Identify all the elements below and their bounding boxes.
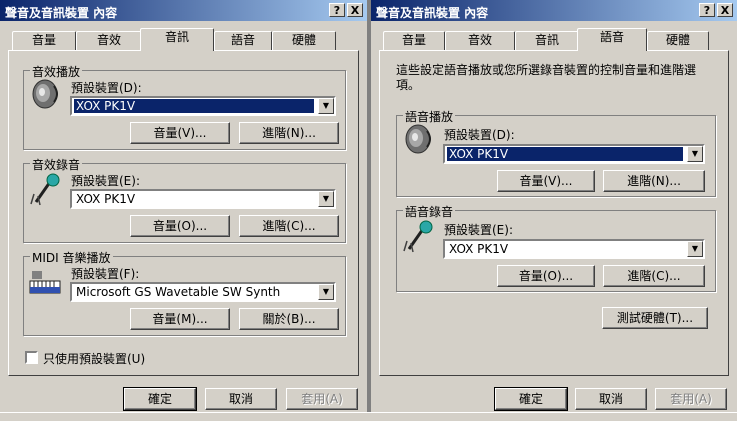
default-only-checkbox[interactable] <box>25 351 38 364</box>
tab-strip: 音量 音效 音訊 語音 硬體 <box>10 28 357 51</box>
tab-strip: 音量 音效 音訊 語音 硬體 <box>381 28 727 51</box>
speaker-icon <box>405 124 431 154</box>
device-label: 預設裝置(F): <box>71 267 140 281</box>
window-title: 聲音及音訊裝置 內容 <box>376 6 489 20</box>
device-label: 預設裝置(D): <box>71 81 142 95</box>
voice-playback-select[interactable]: XOX PK1V ▼ <box>443 144 705 164</box>
title-bar[interactable]: 聲音及音訊裝置 內容 ? X <box>371 0 737 21</box>
microphone-icon <box>30 173 60 206</box>
window-title: 聲音及音訊裝置 內容 <box>5 6 118 20</box>
selected-value: XOX PK1V <box>447 147 683 161</box>
help-button[interactable]: ? <box>699 3 715 17</box>
tab-sounds[interactable]: 音效 <box>76 31 142 50</box>
group-title: MIDI 音樂播放 <box>30 249 113 266</box>
cancel-button[interactable]: 取消 <box>575 388 647 410</box>
about-button[interactable]: 關於(B)... <box>239 308 339 330</box>
selected-value: Microsoft GS Wavetable SW Synth <box>76 285 281 299</box>
volume-button[interactable]: 音量(V)... <box>497 170 595 192</box>
tab-sounds[interactable]: 音效 <box>445 31 515 50</box>
recording-device-select[interactable]: XOX PK1V ▼ <box>70 189 336 209</box>
playback-group: 音效播放 預設裝置(D): XOX PK1V ▼ 音量(V)... 進階(N).… <box>23 63 346 150</box>
device-label: 預設裝置(E): <box>444 223 513 237</box>
tab-audio[interactable]: 音訊 <box>140 28 214 51</box>
title-bar[interactable]: 聲音及音訊裝置 內容 ? X <box>0 0 367 21</box>
group-title: 音效錄音 <box>30 156 83 173</box>
midi-device-select[interactable]: Microsoft GS Wavetable SW Synth ▼ <box>70 282 336 302</box>
volume-button[interactable]: 音量(O)... <box>497 265 595 287</box>
tab-audio[interactable]: 音訊 <box>515 31 579 50</box>
speaker-icon <box>32 79 58 109</box>
tab-volume[interactable]: 音量 <box>383 31 445 50</box>
volume-button[interactable]: 音量(V)... <box>130 122 230 144</box>
advanced-button[interactable]: 進階(N)... <box>603 170 705 192</box>
volume-button[interactable]: 音量(M)... <box>130 308 230 330</box>
microphone-icon <box>403 220 433 253</box>
voice-recording-select[interactable]: XOX PK1V ▼ <box>443 239 705 259</box>
voice-playback-group: 語音播放 預設裝置(D): XOX PK1V ▼ 音量(V)... 進階(N).… <box>396 108 716 197</box>
device-label: 預設裝置(E): <box>71 174 140 188</box>
cancel-button[interactable]: 取消 <box>205 388 277 410</box>
selected-value: XOX PK1V <box>74 99 314 113</box>
chevron-down-icon[interactable]: ▼ <box>687 241 703 257</box>
apply-button[interactable]: 套用(A) <box>286 388 358 410</box>
playback-device-select[interactable]: XOX PK1V ▼ <box>70 96 336 116</box>
chevron-down-icon[interactable]: ▼ <box>687 146 703 162</box>
advanced-button[interactable]: 進階(N)... <box>239 122 339 144</box>
test-hardware-button[interactable]: 測試硬體(T)... <box>602 307 708 329</box>
tab-hardware[interactable]: 硬體 <box>647 31 709 50</box>
midi-group: MIDI 音樂播放 預設裝置(F): Microsoft GS Wavetabl… <box>23 249 346 336</box>
tab-hardware[interactable]: 硬體 <box>272 31 336 50</box>
ok-button[interactable]: 確定 <box>123 387 197 411</box>
help-button[interactable]: ? <box>329 3 345 17</box>
chevron-down-icon[interactable]: ▼ <box>318 98 334 114</box>
selected-value: XOX PK1V <box>76 192 136 206</box>
default-only-label[interactable]: 只使用預設裝置(U) <box>43 350 145 367</box>
advanced-button[interactable]: 進階(C)... <box>239 215 339 237</box>
ok-button[interactable]: 確定 <box>494 387 568 411</box>
tab-voice[interactable]: 語音 <box>577 28 647 51</box>
sound-properties-dialog-audio: 聲音及音訊裝置 內容 ? X 音量 音效 音訊 語音 硬體 音效播放 預設裝置(… <box>0 0 367 420</box>
volume-button[interactable]: 音量(O)... <box>130 215 230 237</box>
selected-value: XOX PK1V <box>449 242 509 256</box>
tab-panel: 音效播放 預設裝置(D): XOX PK1V ▼ 音量(V)... 進階(N).… <box>8 50 359 376</box>
tab-volume[interactable]: 音量 <box>12 31 76 50</box>
recording-group: 音效錄音 預設裝置(E): XOX PK1V ▼ 音量(O)... 進階(C).… <box>23 156 346 243</box>
advanced-button[interactable]: 進階(C)... <box>603 265 705 287</box>
chevron-down-icon[interactable]: ▼ <box>318 191 334 207</box>
chevron-down-icon[interactable]: ▼ <box>318 284 334 300</box>
sound-properties-dialog-voice: 聲音及音訊裝置 內容 ? X 音量 音效 音訊 語音 硬體 這些設定語音播放或您… <box>371 0 737 420</box>
apply-button[interactable]: 套用(A) <box>655 388 727 410</box>
device-label: 預設裝置(D): <box>444 128 515 142</box>
tab-panel: 這些設定語音播放或您所選錄音裝置的控制音量和進階選項。 語音播放 預設裝置(D)… <box>379 50 729 376</box>
tab-voice[interactable]: 語音 <box>214 31 272 50</box>
voice-recording-group: 語音錄音 預設裝置(E): XOX PK1V ▼ 音量(O)... 進階(C).… <box>396 203 716 292</box>
midi-keyboard-icon <box>29 271 61 294</box>
close-button[interactable]: X <box>717 3 733 17</box>
description-text: 這些設定語音播放或您所選錄音裝置的控制音量和進階選項。 <box>396 63 697 92</box>
group-title: 語音錄音 <box>403 203 456 220</box>
close-button[interactable]: X <box>347 3 363 17</box>
